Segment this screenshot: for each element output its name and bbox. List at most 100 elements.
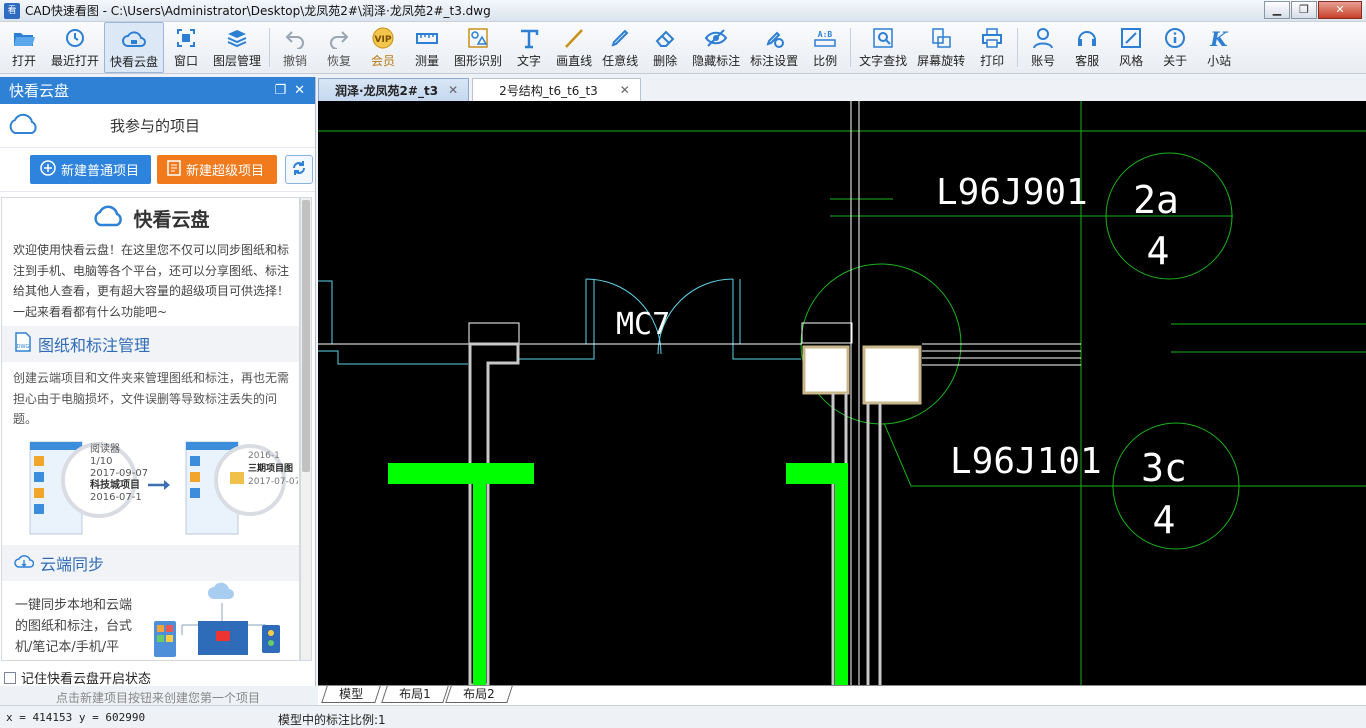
pen-icon	[607, 26, 633, 50]
toolbar-separator	[850, 28, 852, 67]
illus-right-text: 2016-1 三期项目图 2017-07-07	[248, 450, 298, 487]
ruler-icon	[414, 26, 440, 50]
document-tabs: 润泽·龙凤苑2#_t3 ✕ 2号结构_t6_t6_t3 ✕	[318, 77, 1366, 101]
bubble-2-bottom: 4	[1153, 498, 1176, 542]
new-normal-project-button[interactable]: 新建普通项目	[30, 155, 151, 184]
toolbar-shape-recognize-button[interactable]: 图形识别	[449, 22, 507, 73]
vip-icon: VIP	[370, 26, 396, 50]
toolbar-hide-annotation-button[interactable]: 隐藏标注	[687, 22, 745, 73]
panel-float-icon[interactable]: ❐	[274, 83, 286, 98]
section-drawings-text: 创建云端项目和文件夹来管理图纸和标注，再也无需担心由于电脑损坏，文件误删等导致标…	[13, 371, 290, 426]
section-sync-text: 一键同步本地和云端的图纸和标注，台式机/笔记本/手机/平板，各个平台图纸标	[15, 597, 133, 655]
bubble-1-top: 2a	[1133, 178, 1179, 222]
close-button[interactable]: ✕	[1318, 1, 1362, 19]
eye-hide-icon	[703, 26, 729, 50]
tab-model[interactable]: 模型	[321, 686, 381, 703]
toolbar-annotation-settings-button[interactable]: 标注设置	[745, 22, 803, 73]
redo-icon	[326, 26, 352, 50]
toolbar-recent-button[interactable]: 最近打开	[46, 22, 104, 73]
tab-layout1[interactable]: 布局1	[381, 686, 449, 703]
toolbar-text-search-button[interactable]: 文字查找	[854, 22, 912, 73]
text-icon	[516, 26, 542, 50]
toolbar-site-button[interactable]: K 小站	[1197, 22, 1241, 73]
project-header: 我参与的项目	[0, 104, 315, 148]
panel-title: 快看云盘	[9, 82, 70, 100]
drawing-canvas[interactable]: MC7 L96J901 L96J101 2a 4 3c 4	[318, 101, 1366, 685]
panel-header: 快看云盘 ❐ ✕	[0, 77, 315, 104]
line-icon	[561, 26, 587, 50]
text-search-icon	[870, 26, 896, 50]
svg-text:VIP: VIP	[375, 35, 392, 45]
refresh-icon	[291, 160, 307, 179]
toolbar-print-button[interactable]: 打印	[970, 22, 1014, 73]
door-label-mc7: MC7	[616, 307, 670, 342]
toolbar-separator	[269, 28, 271, 67]
minimize-button[interactable]: ▁	[1264, 1, 1290, 19]
toolbar-window-button[interactable]: 窗口	[164, 22, 208, 73]
history-icon	[62, 26, 88, 50]
app-logo-icon: 看	[4, 2, 20, 19]
printer-icon	[979, 26, 1005, 50]
scrollbar-thumb[interactable]	[302, 200, 310, 472]
info-header: 快看云盘	[2, 198, 299, 238]
status-bar: x = 414153 y = 602990 模型中的标注比例:1	[0, 705, 1366, 728]
toolbar-style-button[interactable]: 风格	[1109, 22, 1153, 73]
tab-close-icon[interactable]: ✕	[620, 83, 630, 97]
tab-document-1[interactable]: 润泽·龙凤苑2#_t3 ✕	[318, 78, 470, 101]
cloud-logo-icon	[91, 204, 125, 233]
info-content: 快看云盘 欢迎使用快看云盘！在这里您不仅可以同步图纸和标注到手机、电脑等各个平台…	[1, 197, 300, 661]
sync-illustration	[142, 581, 292, 661]
checkbox-box[interactable]	[4, 671, 16, 684]
toolbar-redo-button[interactable]: 恢复	[317, 22, 361, 73]
toolbar-delete-button[interactable]: 删除	[643, 22, 687, 73]
cloud-sync-icon	[14, 552, 35, 574]
detail-label-l96j901: L96J901	[936, 172, 1088, 213]
cloud-icon	[6, 112, 40, 139]
new-super-project-button[interactable]: 新建超级项目	[157, 155, 277, 184]
tab-close-icon[interactable]: ✕	[448, 83, 458, 97]
toolbar-support-button[interactable]: 客服	[1065, 22, 1109, 73]
toolbar-measure-button[interactable]: 测量	[405, 22, 449, 73]
toolbar-rotate-button[interactable]: 屏幕旋转	[912, 22, 970, 73]
panel-scrollbar[interactable]	[300, 197, 312, 661]
maximize-button[interactable]: ❐	[1291, 1, 1317, 19]
project-illustration: 阅读器 1/10 2017-09-07 科技城项目 2016-07-1 2016…	[2, 436, 299, 541]
window-title: CAD快速看图 - C:\Users\Administrator\Desktop…	[25, 4, 491, 18]
toolbar-layers-button[interactable]: 图层管理	[208, 22, 266, 73]
section-drawings-header: DWG 图纸和标注管理	[2, 326, 299, 362]
refresh-button[interactable]	[285, 155, 313, 184]
sync-section: 一键同步本地和云端的图纸和标注，台式机/笔记本/手机/平板，各个平台图纸标	[2, 581, 299, 661]
illus-left-text: 阅读器 1/10 2017-09-07 科技城项目 2016-07-1	[90, 443, 149, 503]
annotation-scale: 模型中的标注比例:1	[278, 713, 386, 727]
shape-recognize-icon	[465, 26, 491, 50]
info-icon	[1162, 26, 1188, 50]
tab-layout2[interactable]: 布局2	[444, 686, 513, 703]
cad-drawing: MC7 L96J901 L96J101 2a 4 3c 4	[318, 101, 1366, 685]
create-project-hint: 点击新建项目按钮来创建您第一个项目	[55, 691, 260, 705]
title-bar: 看 CAD快速看图 - C:\Users\Administrator\Deskt…	[0, 0, 1366, 22]
tab-document-2[interactable]: 2号结构_t6_t6_t3 ✕	[472, 78, 641, 101]
toolbar-vip-button[interactable]: VIP 会员	[361, 22, 405, 73]
toolbar-open-button[interactable]: 打开	[2, 22, 46, 73]
toolbar-cloud-button[interactable]: 快看云盘	[104, 22, 165, 73]
section-sync-header: 云端同步	[2, 544, 299, 581]
panel-close-icon[interactable]: ✕	[294, 83, 305, 98]
scale-icon: A:B	[812, 26, 838, 50]
plus-circle-icon	[40, 159, 56, 180]
dwg-file-icon: DWG	[14, 332, 32, 356]
toolbar-about-button[interactable]: 关于	[1153, 22, 1197, 73]
toolbar-account-button[interactable]: 账号	[1021, 22, 1065, 73]
toolbar-freehand-button[interactable]: 任意线	[597, 22, 643, 73]
toolbar-separator	[1017, 28, 1019, 67]
remember-state-checkbox[interactable]: 记住快看云盘开启状态	[4, 668, 151, 687]
layout-tabs: 模型 布局1 布局2	[318, 685, 1366, 705]
style-icon	[1118, 26, 1144, 50]
toolbar-text-button[interactable]: 文字	[507, 22, 551, 73]
toolbar-scale-button[interactable]: A:B 比例	[803, 22, 847, 73]
cloud-panel: 快看云盘 ❐ ✕ 我参与的项目 新建普通项目 新建超级项目 快看云盘 欢迎使用快…	[0, 77, 316, 705]
project-title: 我参与的项目	[110, 117, 201, 135]
toolbar-line-button[interactable]: 画直线	[551, 22, 597, 73]
toolbar-undo-button[interactable]: 撤销	[273, 22, 317, 73]
eraser-icon	[652, 26, 678, 50]
svg-text:K: K	[1209, 27, 1229, 49]
